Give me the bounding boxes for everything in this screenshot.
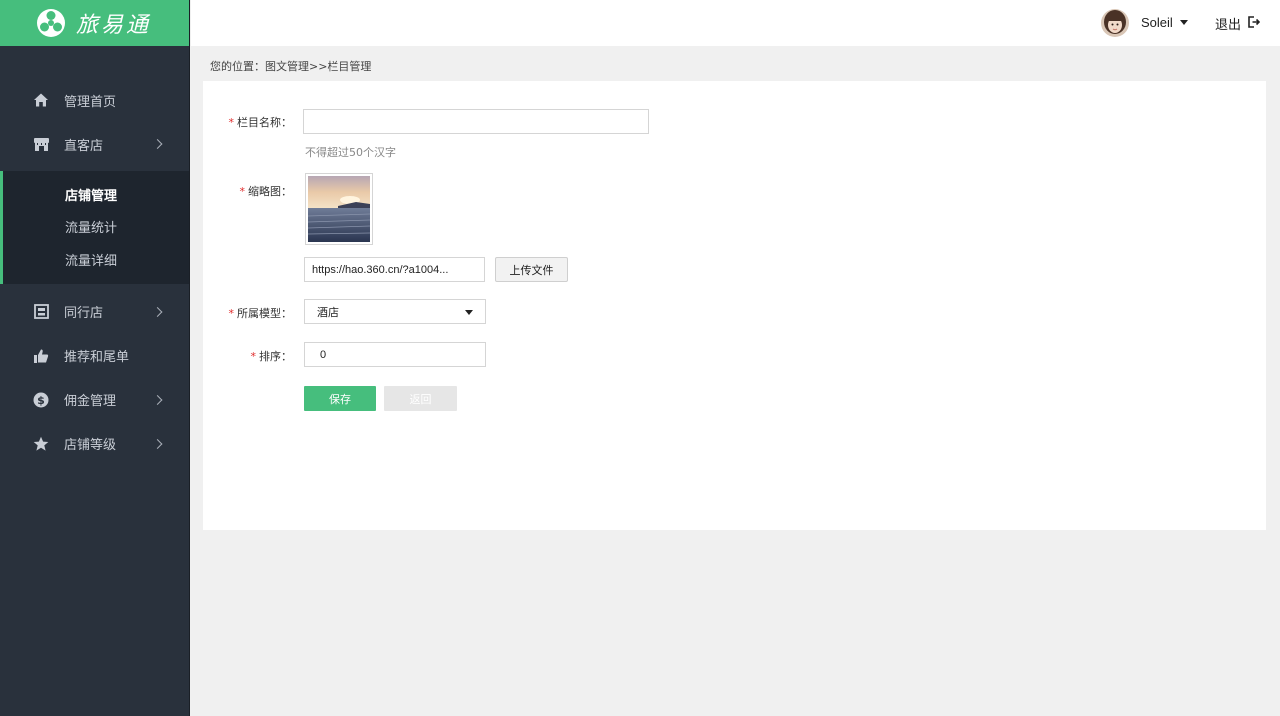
sidebar-item-label: 直客店 xyxy=(64,138,104,154)
home-icon xyxy=(32,91,50,109)
thumbnail-image xyxy=(308,176,370,242)
logout-icon[interactable] xyxy=(1248,16,1261,28)
sidebar-item-direct-store[interactable]: 直客店 xyxy=(0,122,189,166)
thumbs-up-icon xyxy=(32,347,50,365)
column-name-label: * 栏目名称： xyxy=(228,116,293,129)
thumbnail-label: * 缩略图： xyxy=(239,185,293,198)
sidebar-item-recommend[interactable]: 推荐和尾单 xyxy=(0,334,189,378)
caret-down-icon[interactable] xyxy=(1180,20,1188,25)
model-select-value: 酒店 xyxy=(317,305,339,319)
sort-input[interactable]: 0 xyxy=(304,342,486,367)
caret-down-icon xyxy=(465,310,473,315)
thumbnail-url-field[interactable]: https://hao.360.cn/?a1004... xyxy=(304,257,485,282)
sidebar: 旅易通 管理首页 直客店 店铺管理 流量统计 流量详细 同行店 推荐和尾单 $ … xyxy=(0,0,190,716)
sidebar-item-label: 佣金管理 xyxy=(64,394,117,409)
sidebar-item-store-level[interactable]: 店铺等级 xyxy=(0,422,189,466)
sidebar-item-label: 同行店 xyxy=(64,306,104,321)
shop-icon xyxy=(32,303,50,321)
sidebar-item-home[interactable]: 管理首页 xyxy=(0,78,189,122)
required-mark: * xyxy=(250,350,257,363)
sidebar-item-label: 管理首页 xyxy=(64,94,117,110)
chevron-right-icon xyxy=(152,139,163,149)
thumbnail-preview[interactable] xyxy=(305,173,373,245)
required-mark: * xyxy=(228,307,235,320)
model-select[interactable]: 酒店 xyxy=(304,299,486,324)
dollar-icon: $ xyxy=(32,391,50,409)
chevron-right-icon xyxy=(152,306,163,317)
form-panel: * 栏目名称： 不得超过50个汉字 * 缩略图： https://hao.360… xyxy=(203,81,1266,530)
brand-logo[interactable]: 旅易通 xyxy=(0,0,189,46)
sidebar-nav: 管理首页 直客店 店铺管理 流量统计 流量详细 同行店 推荐和尾单 $ 佣金管理… xyxy=(0,46,189,466)
svg-text:$: $ xyxy=(37,394,45,407)
model-label: * 所属模型： xyxy=(228,307,293,320)
breadcrumb-path[interactable]: 图文管理>>栏目管理 xyxy=(265,58,371,74)
submenu-item-traffic-detail[interactable]: 流量详细 xyxy=(3,243,189,276)
brand-name: 旅易通 xyxy=(76,13,152,38)
store-icon xyxy=(32,135,50,153)
required-mark: * xyxy=(239,185,246,198)
required-mark: * xyxy=(228,116,235,129)
logout-button[interactable]: 退出 xyxy=(1215,14,1241,33)
save-button[interactable]: 保存 xyxy=(304,386,376,411)
top-header: Soleil 退出 xyxy=(191,0,1280,46)
back-button[interactable]: 返回 xyxy=(384,386,457,411)
username[interactable]: Soleil xyxy=(1141,15,1173,30)
upload-file-button[interactable]: 上传文件 xyxy=(495,257,568,282)
sidebar-item-peer-store[interactable]: 同行店 xyxy=(0,290,189,334)
avatar[interactable] xyxy=(1101,9,1129,37)
submenu: 店铺管理 流量统计 流量详细 xyxy=(0,171,189,284)
column-name-hint: 不得超过50个汉字 xyxy=(305,146,396,159)
submenu-item-store-management[interactable]: 店铺管理 xyxy=(3,178,189,211)
submenu-item-traffic-stats[interactable]: 流量统计 xyxy=(3,211,189,244)
star-icon xyxy=(32,435,50,453)
breadcrumb: 您的位置： 图文管理>>栏目管理 xyxy=(210,58,371,74)
chevron-right-icon xyxy=(152,394,163,405)
sidebar-item-label: 店铺等级 xyxy=(64,438,117,453)
sidebar-item-label: 推荐和尾单 xyxy=(64,350,130,365)
sidebar-item-commission[interactable]: $ 佣金管理 xyxy=(0,378,189,422)
logo-icon xyxy=(36,8,66,38)
sort-label: * 排序： xyxy=(250,350,293,363)
breadcrumb-prefix: 您的位置： xyxy=(210,60,265,73)
chevron-right-icon xyxy=(152,438,163,449)
column-name-input[interactable] xyxy=(303,109,649,134)
